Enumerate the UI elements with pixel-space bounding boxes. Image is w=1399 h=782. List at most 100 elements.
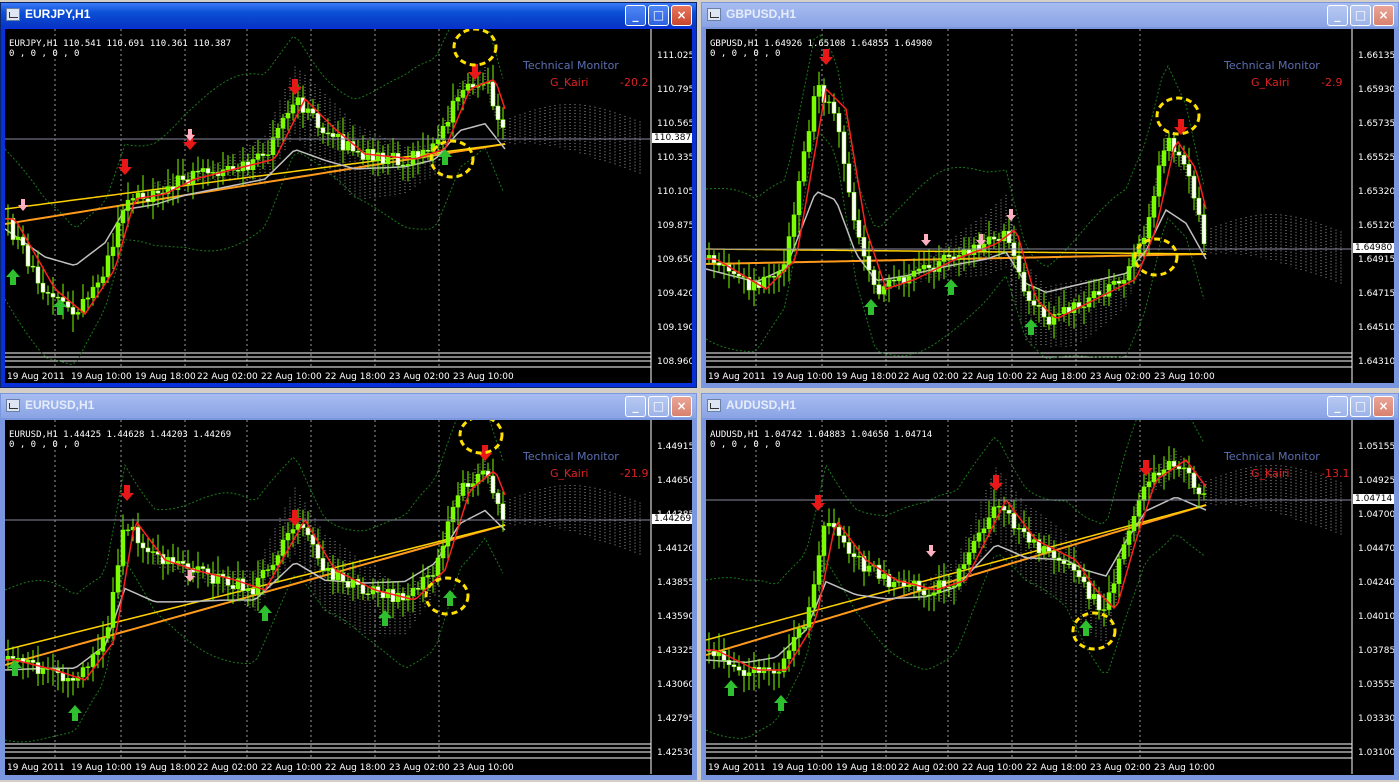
candle-body: [260, 569, 266, 579]
chart-window-gbpusd[interactable]: GBPUSD,H1 _ □ × GBPUSD,H1 1.64926 1.6510…: [701, 2, 1399, 388]
price-chart[interactable]: AUDUSD,H1 1.04742 1.04883 1.04650 1.0471…: [706, 420, 1394, 775]
price-tick: 110.335: [657, 153, 692, 163]
candle-body: [90, 286, 96, 299]
close-button[interactable]: ×: [1373, 396, 1394, 417]
chart-window-eurjpy[interactable]: EURJPY,H1 _ □ × EURJPY,H1 110.541 110.69…: [0, 2, 697, 388]
close-button[interactable]: ×: [671, 396, 692, 417]
close-button[interactable]: ×: [1373, 5, 1394, 26]
close-button[interactable]: ×: [671, 5, 692, 26]
chart-canvas: [706, 420, 1353, 774]
g-kairi-value: -13.1: [1321, 467, 1350, 480]
candle-body: [80, 667, 86, 678]
candle-body: [125, 529, 131, 532]
price-tick: 1.04925: [1358, 476, 1394, 486]
candle-body: [766, 276, 772, 278]
symbol-info: AUDUSD,H1 1.04742 1.04883 1.04650 1.0471…: [710, 430, 933, 440]
candle-body: [926, 594, 932, 597]
candle-body: [100, 276, 106, 284]
moving-average-fast: [706, 458, 1207, 671]
candle-body: [951, 585, 957, 588]
candle-body: [410, 588, 416, 596]
current-price-badge: 1.64980: [1353, 243, 1394, 253]
sell-signal-weak-icon: [926, 545, 936, 557]
candle-body: [410, 151, 416, 165]
maximize-button[interactable]: □: [648, 396, 669, 417]
price-tick: 1.64310: [1358, 357, 1394, 367]
chart-window-audusd[interactable]: AUDUSD,H1 _ □ × AUDUSD,H1 1.04742 1.0488…: [701, 393, 1399, 780]
candle-body: [145, 547, 151, 553]
minimize-button[interactable]: _: [1327, 5, 1348, 26]
candle-body: [265, 569, 271, 571]
candle-body: [1031, 300, 1037, 306]
price-tick: 108.960: [657, 357, 692, 367]
candle-body: [1176, 466, 1182, 470]
candle-body: [1176, 151, 1182, 156]
maximize-button[interactable]: □: [648, 5, 669, 26]
symbol-info: EURUSD,H1 1.44425 1.44628 1.44203 1.4426…: [9, 430, 232, 440]
time-tick: 23 Aug 02:00: [389, 763, 450, 773]
time-tick: 22 Aug 10:00: [261, 763, 322, 773]
g-kairi-value: -2.9: [1321, 76, 1343, 89]
minimize-button[interactable]: _: [625, 396, 646, 417]
candle-body: [791, 214, 797, 237]
candle-body: [55, 296, 61, 299]
candle-body: [976, 532, 982, 542]
candle-body: [265, 154, 271, 156]
minimize-button[interactable]: _: [625, 5, 646, 26]
buy-arrow-icon: [8, 660, 22, 676]
candle-body: [731, 271, 737, 275]
candle-body: [395, 152, 401, 166]
candle-body: [1196, 197, 1202, 215]
time-tick: 19 Aug 18:00: [135, 763, 196, 773]
candle-body: [30, 265, 36, 268]
sell-arrow-icon: [1139, 460, 1153, 476]
candle-body: [100, 637, 106, 652]
maximize-button[interactable]: □: [1350, 396, 1371, 417]
price-chart[interactable]: GBPUSD,H1 1.64926 1.65108 1.64855 1.6498…: [706, 29, 1394, 383]
candle-body: [15, 657, 21, 660]
price-tick: 1.64715: [1358, 289, 1394, 299]
title-bar[interactable]: EURJPY,H1 _ □ ×: [1, 3, 696, 27]
price-chart[interactable]: EURJPY,H1 110.541 110.691 110.361 110.38…: [5, 29, 692, 383]
title-bar[interactable]: GBPUSD,H1 _ □ ×: [702, 3, 1398, 27]
buy-arrow-icon: [724, 680, 738, 696]
candle-body: [40, 282, 46, 293]
candle-body: [1131, 515, 1137, 532]
candle-body: [115, 222, 121, 248]
buy-arrow-icon: [864, 299, 878, 315]
candle-body: [836, 526, 842, 536]
candle-body: [325, 567, 331, 571]
minimize-button[interactable]: _: [1327, 396, 1348, 417]
price-tick: 109.420: [657, 289, 692, 299]
price-tick: 1.44915: [657, 442, 692, 452]
chart-window-eurusd[interactable]: EURUSD,H1 _ □ × EURUSD,H1 1.44425 1.4462…: [0, 393, 697, 780]
candle-body: [65, 301, 71, 308]
candle-body: [1161, 150, 1167, 167]
maximize-button[interactable]: □: [1350, 5, 1371, 26]
buy-arrow-icon: [774, 695, 788, 711]
candle-body: [1166, 137, 1172, 151]
candle-body: [85, 666, 91, 668]
moving-average-fast: [706, 87, 1207, 319]
candle-body: [746, 672, 752, 676]
price-tick: 1.04010: [1358, 612, 1394, 622]
price-chart[interactable]: EURUSD,H1 1.44425 1.44628 1.44203 1.4426…: [5, 420, 692, 775]
title-bar[interactable]: EURUSD,H1 _ □ ×: [1, 394, 696, 418]
candle-body: [450, 100, 456, 123]
candle-body: [986, 517, 992, 529]
candle-body: [25, 245, 31, 267]
sell-signal-weak-icon: [18, 199, 28, 211]
candle-body: [295, 97, 301, 106]
price-tick: 1.65735: [1358, 119, 1394, 129]
time-tick: 19 Aug 10:00: [71, 372, 132, 382]
candle-body: [1156, 472, 1162, 476]
price-tick: 1.43590: [657, 612, 692, 622]
candle-body: [1081, 306, 1087, 309]
highlight-circle: [458, 420, 504, 455]
candle-body: [255, 153, 261, 160]
current-price-badge: 1.04714: [1353, 494, 1394, 504]
symbol-info: EURJPY,H1 110.541 110.691 110.361 110.38…: [9, 39, 232, 49]
technical-monitor-label: Technical Monitor: [1224, 59, 1320, 72]
title-bar[interactable]: AUDUSD,H1 _ □ ×: [702, 394, 1398, 418]
candle-body: [1186, 164, 1192, 177]
